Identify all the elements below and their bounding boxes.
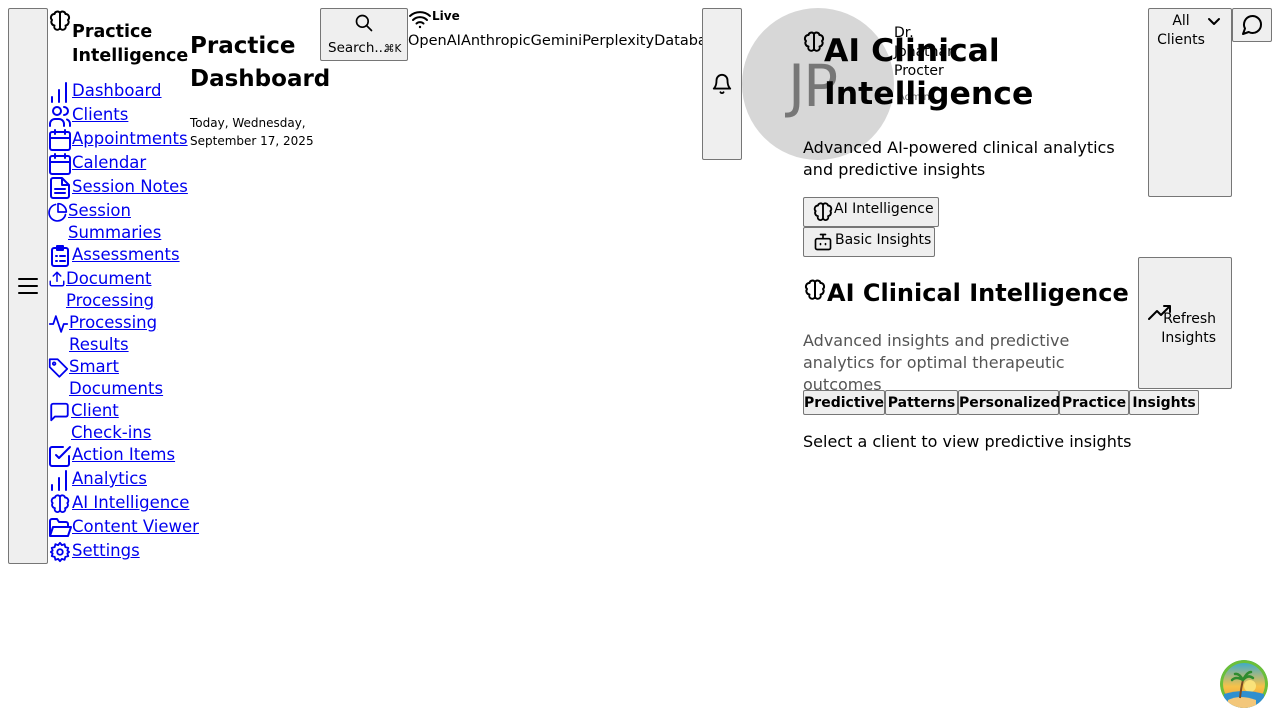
tab-label: AI Intelligence [834,201,934,217]
calendar-icon [49,129,71,151]
sidebar-item-label: Client Check-ins [71,401,152,442]
sidebar-item-label: Session Summaries [68,201,162,242]
sidebar-item-appointments[interactable]: Appointments [48,128,188,151]
sidebar-item-ai-intelligence[interactable]: AI Intelligence [48,492,189,515]
sidebar-item-dashboard[interactable]: Dashboard [48,80,162,103]
activity-icon [48,315,69,333]
tag-icon [48,358,69,378]
search-shortcut: ⌘K [384,43,402,55]
folder-open-icon [49,518,72,537]
sidebar-item-content-viewer[interactable]: Content Viewer [48,516,199,539]
chat-bubble-icon [1242,15,1263,35]
sidebar-item-processing-results[interactable]: Processing Results [48,312,168,356]
file-text-icon [50,177,70,199]
sidebar-item-clients[interactable]: Clients [48,104,128,127]
filter-insights[interactable]: Insights [1129,390,1199,415]
ai-providers: OpenAI Anthropic Gemini Perplexity Datab… [408,33,723,49]
main-subtitle: Advanced AI-powered clinical analytics a… [803,138,1115,179]
sidebar-item-label: AI Intelligence [72,493,190,512]
sidebar-item-label: Appointments [72,129,188,148]
sidebar-item-smart-documents[interactable]: Smart Documents [48,356,173,400]
brand-logo-icon [48,9,72,33]
sidebar-item-label: Smart Documents [69,357,164,398]
assistant-fab[interactable] [1220,660,1268,708]
bell-icon [712,74,732,95]
tab-label: Basic Insights [835,232,932,248]
sidebar-item-settings[interactable]: Settings [48,540,140,563]
main-title: AI Clinical Intelligence [824,33,1034,112]
chat-button[interactable] [1232,8,1272,42]
provider-gemini: Gemini [530,33,583,49]
sidebar-item-label: Clients [72,105,129,124]
sidebar-item-session-summaries[interactable]: Session Summaries [48,200,178,244]
sidebar-item-client-check-ins[interactable]: Client Check-ins [48,400,178,444]
empty-state-message: Select a client to view predictive insig… [803,432,1132,451]
brain-icon [812,201,834,223]
section-subtitle: Advanced insights and predictive analyti… [803,331,1070,394]
section-title: AI Clinical Intelligence [827,279,1129,307]
menu-toggle-button[interactable] [8,8,48,564]
sidebar-item-label: Dashboard [72,81,162,100]
search-label: Search... [328,40,388,56]
brain-icon [803,278,827,302]
sidebar-item-session-notes[interactable]: Session Notes [48,176,188,199]
page-date: Today, Wednesday, September 17, 2025 [190,116,314,148]
check-square-icon [49,446,71,467]
sidebar-item-label: Assessments [72,245,180,264]
notifications-button[interactable] [702,8,742,160]
pie-chart-icon [48,202,68,222]
sidebar-item-label: Document Processing [66,269,155,310]
connection-status: Live [432,9,460,23]
sidebar-item-assessments[interactable]: Assessments [48,244,180,267]
upload-icon [49,271,65,287]
brain-icon [802,30,826,54]
filter-personalized[interactable]: Personalized [958,390,1060,415]
search-icon [354,13,374,33]
sidebar-item-analytics[interactable]: Analytics [48,468,147,491]
provider-perplexity: Perplexity [582,33,655,49]
client-select-value: All Clients [1157,13,1205,48]
menu-icon [18,278,38,294]
sidebar-item-action-items[interactable]: Action Items [48,444,175,467]
beach-icon [1220,660,1268,708]
users-icon [49,106,71,127]
filter-patterns[interactable]: Patterns [885,390,958,415]
filter-predictive[interactable]: Predictive [803,390,885,415]
provider-anthropic: Anthropic [460,33,531,49]
refresh-label: Refresh Insights [1161,311,1216,346]
sidebar-item-label: Action Items [72,445,176,464]
brain-icon [50,494,70,513]
message-square-icon [50,402,69,422]
bar-chart-icon [51,82,67,103]
sidebar-item-label: Settings [72,541,140,560]
chevron-down-icon [1207,15,1221,29]
sidebar-item-label: Session Notes [72,177,188,196]
sidebar-item-label: Processing Results [69,313,158,354]
sidebar-item-label: Analytics [72,469,147,488]
sidebar-item-calendar[interactable]: Calendar [48,152,146,175]
gear-icon [49,541,71,563]
sidebar-item-label: Calendar [72,153,147,172]
bot-icon [813,232,833,252]
wifi-icon [408,9,432,29]
sidebar-item-document-processing[interactable]: Document Processing [48,268,168,312]
page-title: Practice Dashboard [190,33,331,92]
brand-title: Practice Intelligence [72,22,189,66]
calendar-icon [49,153,71,175]
provider-openai: OpenAI [408,33,461,49]
clipboard-list-icon [51,245,69,267]
sidebar-item-label: Content Viewer [72,517,199,536]
bar-chart-icon [51,470,67,491]
filter-practice[interactable]: Practice [1059,390,1129,415]
